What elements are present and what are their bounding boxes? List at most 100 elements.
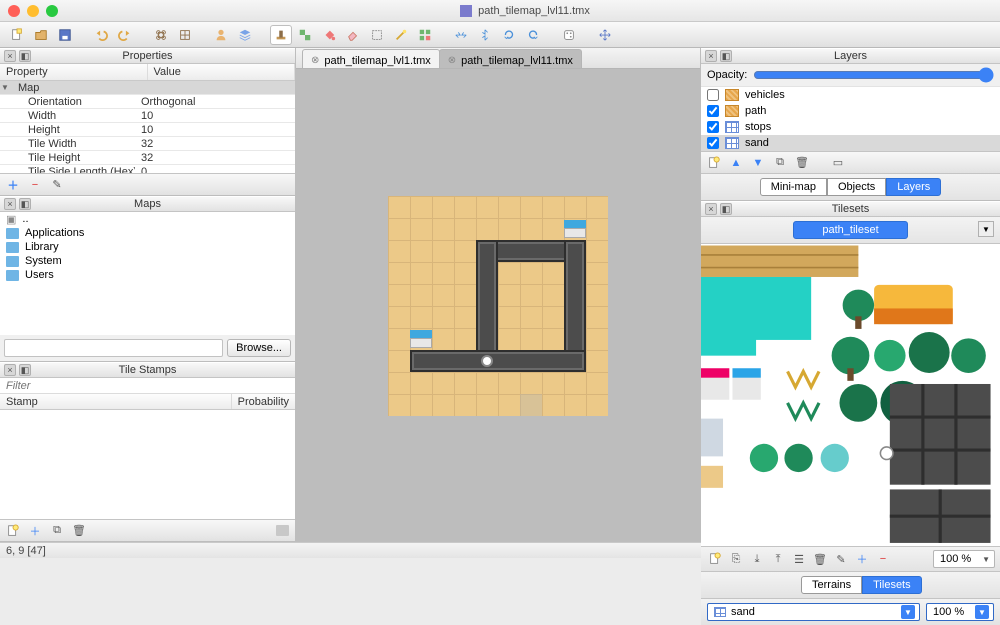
popout-panel-button[interactable]: ◧ (720, 50, 732, 62)
tileset-properties-button[interactable]: ☰ (790, 551, 808, 567)
tab-layers[interactable]: Layers (886, 178, 941, 196)
new-file-button[interactable] (6, 25, 28, 45)
layer-visible-checkbox[interactable] (707, 137, 719, 149)
duplicate-layer-button[interactable]: ⧉ (771, 155, 789, 171)
move-button[interactable] (594, 25, 616, 45)
layer-row[interactable]: path (701, 103, 1000, 119)
tileset-selector[interactable]: path_tileset (793, 221, 907, 239)
redo-button[interactable] (114, 25, 136, 45)
close-panel-button[interactable]: × (4, 364, 16, 376)
terrain-tool-button[interactable] (294, 25, 316, 45)
tab-terrains[interactable]: Terrains (801, 576, 862, 594)
browse-button[interactable]: Browse... (227, 339, 291, 357)
property-row[interactable]: OrientationOrthogonal (0, 95, 295, 109)
probability-column-header[interactable]: Probability (232, 394, 295, 409)
property-row[interactable]: Height10 (0, 123, 295, 137)
minimize-window-button[interactable] (27, 5, 39, 17)
close-panel-button[interactable]: × (4, 50, 16, 62)
close-panel-button[interactable]: × (705, 50, 717, 62)
edit-property-button[interactable]: ✎ (48, 177, 66, 193)
tileset-view[interactable] (701, 244, 1000, 546)
property-row[interactable]: Tile Side Length (Hex)0 (0, 165, 295, 173)
toggle-other-layers-button[interactable]: ▭ (829, 155, 847, 171)
zoom-combo[interactable]: 100 % ▼ (926, 603, 994, 621)
new-layer-button[interactable] (705, 155, 723, 171)
stamp-column-header[interactable]: Stamp (0, 394, 232, 409)
open-file-button[interactable] (30, 25, 52, 45)
export-tileset-button[interactable]: ⤓ (748, 551, 766, 567)
wand-tool-button[interactable] (390, 25, 412, 45)
close-tab-icon[interactable]: ⊗ (311, 55, 319, 66)
duplicate-stamp-button[interactable]: ⧉ (48, 523, 66, 539)
maps-up-row[interactable]: ▣.. (0, 212, 295, 226)
value-column-header[interactable]: Value (148, 64, 296, 80)
undo-button[interactable] (90, 25, 112, 45)
popout-panel-button[interactable]: ◧ (19, 198, 31, 210)
delete-tileset-button[interactable]: 🗑 (811, 551, 829, 567)
stamp-tool-button[interactable] (270, 25, 292, 45)
embed-tileset-button[interactable]: ⎘ (727, 551, 745, 567)
user-button[interactable] (210, 25, 232, 45)
maps-folder-row[interactable]: System (0, 254, 295, 268)
rect-select-tool-button[interactable] (366, 25, 388, 45)
add-stamp-button[interactable]: ＋ (26, 523, 44, 539)
command-button[interactable] (150, 25, 172, 45)
save-file-button[interactable] (54, 25, 76, 45)
property-row[interactable]: Tile Height32 (0, 151, 295, 165)
tileset-zoom-combo[interactable]: 100 %▼ (933, 550, 995, 568)
maps-folder-row[interactable]: Users (0, 268, 295, 282)
maps-folder-row[interactable]: Applications (0, 226, 295, 240)
document-tab[interactable]: ⊗path_tilemap_lvl1.tmx (302, 49, 440, 68)
maximize-window-button[interactable] (46, 5, 58, 17)
flip-h-button[interactable] (450, 25, 472, 45)
new-tileset-button[interactable] (706, 551, 724, 567)
close-tab-icon[interactable]: ⊗ (448, 55, 456, 66)
layer-row[interactable]: sand (701, 135, 1000, 151)
new-stamp-button[interactable] (4, 523, 22, 539)
layer-up-button[interactable]: ▲ (727, 155, 745, 171)
current-layer-combo[interactable]: sand ▼ (707, 603, 920, 621)
close-panel-button[interactable]: × (705, 203, 717, 215)
layer-visible-checkbox[interactable] (707, 89, 719, 101)
property-column-header[interactable]: Property (0, 64, 148, 80)
flip-v-button[interactable] (474, 25, 496, 45)
edit-tileset-button[interactable]: ✎ (832, 551, 850, 567)
layer-row[interactable]: vehicles (701, 87, 1000, 103)
tab-tilesets[interactable]: Tilesets (862, 576, 922, 594)
popout-panel-button[interactable]: ◧ (19, 50, 31, 62)
map-canvas[interactable] (388, 196, 608, 416)
fill-tool-button[interactable] (318, 25, 340, 45)
import-tileset-button[interactable]: ⤒ (769, 551, 787, 567)
close-window-button[interactable] (8, 5, 20, 17)
maps-path-input[interactable] (4, 339, 223, 357)
layer-visible-checkbox[interactable] (707, 121, 719, 133)
delete-stamp-button[interactable]: 🗑 (70, 523, 88, 539)
popout-panel-button[interactable]: ◧ (19, 364, 31, 376)
layer-visible-checkbox[interactable] (707, 105, 719, 117)
random-button[interactable] (558, 25, 580, 45)
stamps-list[interactable] (0, 410, 295, 519)
property-row[interactable]: Tile Width32 (0, 137, 295, 151)
canvas-viewport[interactable] (296, 69, 700, 542)
resize-button[interactable] (174, 25, 196, 45)
tileset-dropdown-button[interactable]: ▼ (978, 221, 994, 237)
stamp-filter-input[interactable] (0, 378, 295, 394)
add-property-button[interactable]: ＋ (4, 177, 22, 193)
property-row[interactable]: Width10 (0, 109, 295, 123)
document-tab[interactable]: ⊗path_tilemap_lvl11.tmx (439, 49, 582, 68)
popout-panel-button[interactable]: ◧ (720, 203, 732, 215)
property-group-row[interactable]: ▼Map (0, 81, 295, 95)
remove-tiles-button[interactable]: − (874, 551, 892, 567)
rotate-right-button[interactable] (522, 25, 544, 45)
layers-list[interactable]: vehicles path stops sand (701, 87, 1000, 151)
layer-row[interactable]: stops (701, 119, 1000, 135)
rotate-left-button[interactable] (498, 25, 520, 45)
eraser-tool-button[interactable] (342, 25, 364, 45)
tileset-image[interactable] (701, 244, 1000, 546)
tab-objects[interactable]: Objects (827, 178, 886, 196)
same-tile-tool-button[interactable] (414, 25, 436, 45)
maps-folder-row[interactable]: Library (0, 240, 295, 254)
layers-button[interactable] (234, 25, 256, 45)
opacity-slider[interactable] (753, 67, 994, 83)
properties-list[interactable]: ▼Map OrientationOrthogonal Width10 Heigh… (0, 81, 295, 173)
